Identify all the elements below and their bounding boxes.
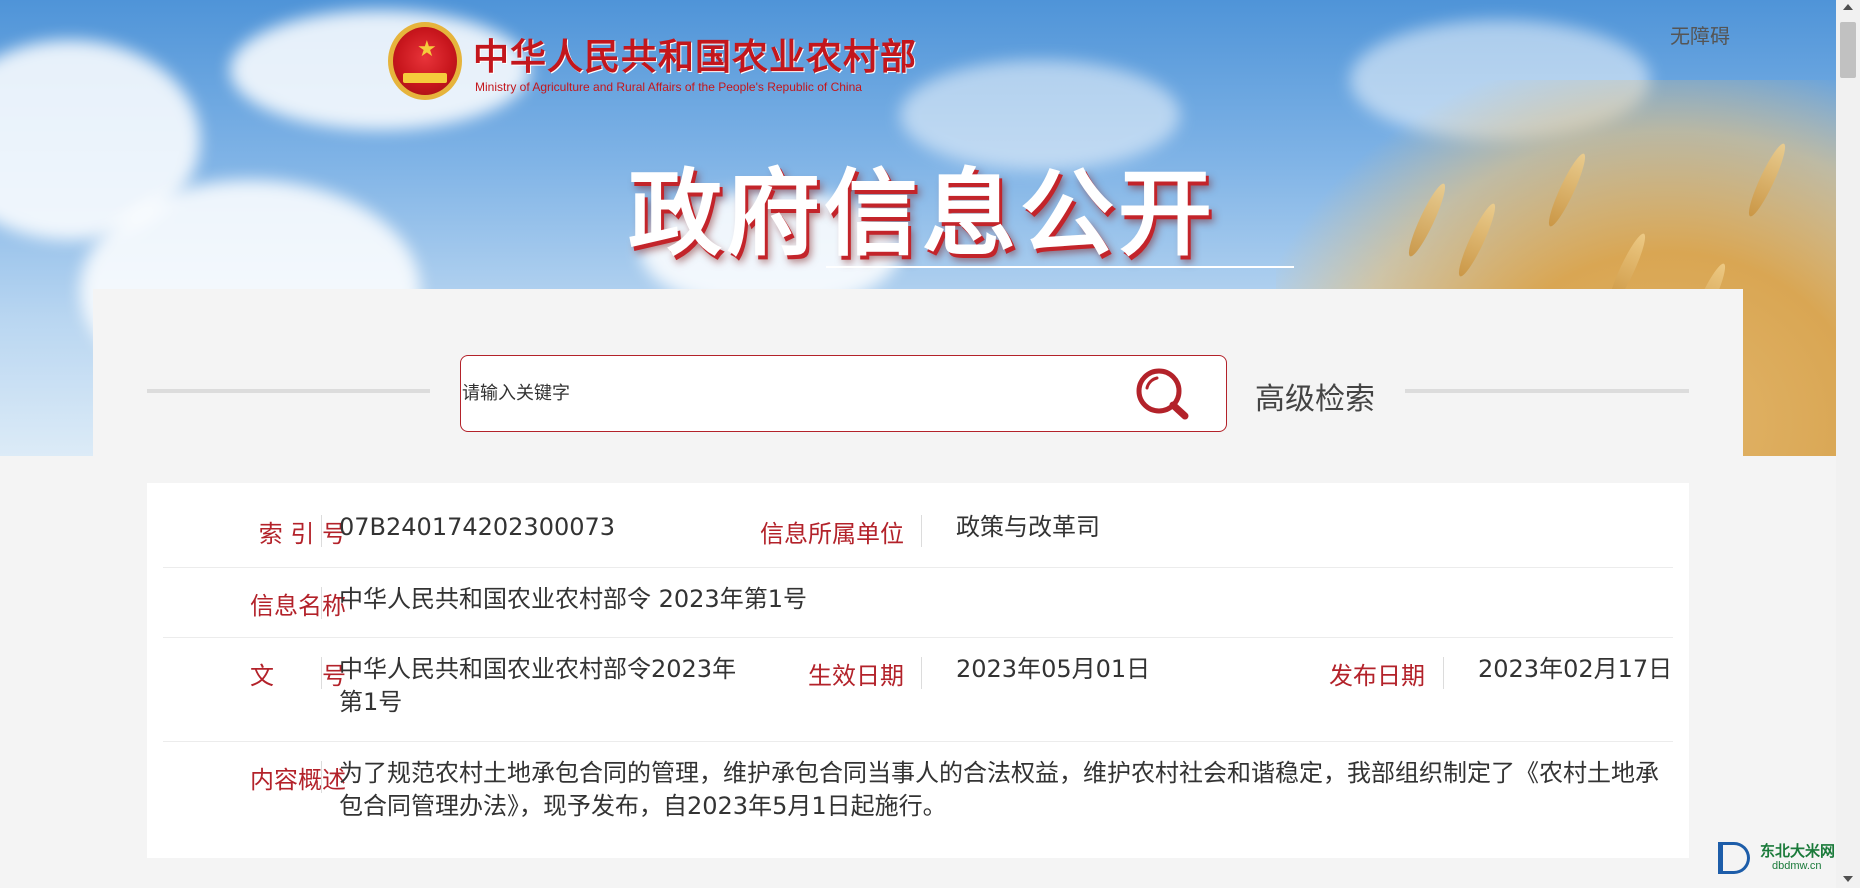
effective-date-label: 生效日期 bbox=[808, 662, 904, 690]
site-watermark: 东北大米网 dbdmw.cn bbox=[1716, 838, 1856, 878]
emblem-base bbox=[403, 73, 447, 83]
divider bbox=[1443, 657, 1444, 689]
department-label: 信息所属单位 bbox=[760, 520, 904, 548]
decorative-line bbox=[147, 389, 430, 393]
index-number-value: 07B240174202300073 bbox=[339, 513, 616, 541]
vertical-scrollbar[interactable] bbox=[1836, 0, 1860, 888]
accessibility-link[interactable]: 无障碍 bbox=[1670, 20, 1730, 49]
search-icon bbox=[1136, 368, 1189, 420]
scroll-thumb[interactable] bbox=[1840, 22, 1856, 78]
divider bbox=[921, 515, 922, 547]
national-emblem-icon[interactable]: ★ bbox=[388, 22, 462, 100]
info-row: 内容概述 为了规范农村土地承包合同的管理，维护承包合同当事人的合法权益，维护农村… bbox=[163, 742, 1673, 858]
info-name-label: 信息名称 bbox=[250, 592, 346, 620]
divider bbox=[321, 761, 322, 793]
star-icon: ★ bbox=[417, 37, 437, 62]
divider bbox=[921, 657, 922, 689]
info-row: 信息名称 中华人民共和国农业农村部令 2023年第1号 bbox=[163, 568, 1673, 638]
divider bbox=[321, 657, 322, 689]
divider bbox=[321, 587, 322, 619]
page-title: 政府信息公开 bbox=[628, 160, 1217, 269]
watermark-domain: dbdmw.cn bbox=[1772, 860, 1822, 872]
watermark-logo-icon bbox=[1718, 842, 1750, 874]
scroll-down-arrow-icon[interactable] bbox=[1843, 876, 1853, 882]
search-input[interactable] bbox=[462, 357, 1102, 430]
title-underline bbox=[826, 266, 1294, 268]
scroll-up-arrow-icon[interactable] bbox=[1843, 4, 1853, 10]
document-number-label: 文 号 bbox=[250, 662, 346, 690]
decorative-line bbox=[1405, 389, 1689, 393]
watermark-name: 东北大米网 bbox=[1760, 842, 1836, 860]
advanced-search-link[interactable]: 高级检索 bbox=[1255, 374, 1375, 418]
document-info-card: 索 引 号 07B240174202300073 信息所属单位 政策与改革司 信… bbox=[147, 483, 1689, 858]
summary-label: 内容概述 bbox=[250, 766, 346, 794]
summary-value: 为了规范农村土地承包合同的管理，维护承包合同当事人的合法权益，维护农村社会和谐稳… bbox=[339, 759, 1659, 820]
search-box bbox=[460, 355, 1227, 432]
info-row: 文 号 中华人民共和国农业农村部令2023年第1号 生效日期 2023年05月0… bbox=[163, 638, 1673, 742]
ministry-name-cn[interactable]: 中华人民共和国农业农村部 bbox=[473, 28, 917, 80]
document-number-value: 中华人民共和国农业农村部令2023年第1号 bbox=[339, 655, 737, 716]
ministry-name-en[interactable]: Ministry of Agriculture and Rural Affair… bbox=[475, 80, 862, 94]
index-number-label: 索 引 号 bbox=[258, 520, 346, 548]
publish-date-value: 2023年02月17日 bbox=[1478, 655, 1673, 683]
divider bbox=[321, 515, 322, 547]
info-row: 索 引 号 07B240174202300073 信息所属单位 政策与改革司 bbox=[163, 483, 1673, 568]
effective-date-value: 2023年05月01日 bbox=[956, 655, 1151, 683]
department-value: 政策与改革司 bbox=[956, 513, 1100, 541]
publish-date-label: 发布日期 bbox=[1329, 662, 1425, 690]
info-name-value: 中华人民共和国农业农村部令 2023年第1号 bbox=[339, 585, 807, 613]
search-button[interactable] bbox=[1133, 366, 1193, 422]
